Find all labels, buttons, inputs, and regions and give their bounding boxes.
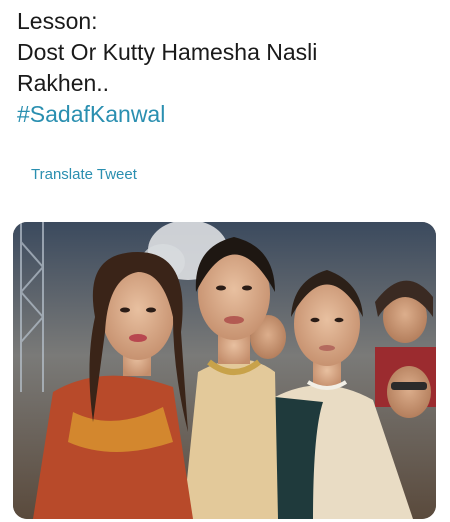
tweet-line-1: Lesson: [17,8,98,34]
photo-illustration [13,222,436,519]
tweet-text: Lesson: Dost Or Kutty Hamesha Nasli Rakh… [17,6,437,130]
tweet-line-3: Rakhen.. [17,70,110,96]
translate-tweet-link[interactable]: Translate Tweet [31,166,137,183]
tweet-line-2: Dost Or Kutty Hamesha Nasli [17,39,318,65]
hashtag-link[interactable]: #SadafKanwal [17,99,437,130]
tweet-photo[interactable] [13,222,436,519]
